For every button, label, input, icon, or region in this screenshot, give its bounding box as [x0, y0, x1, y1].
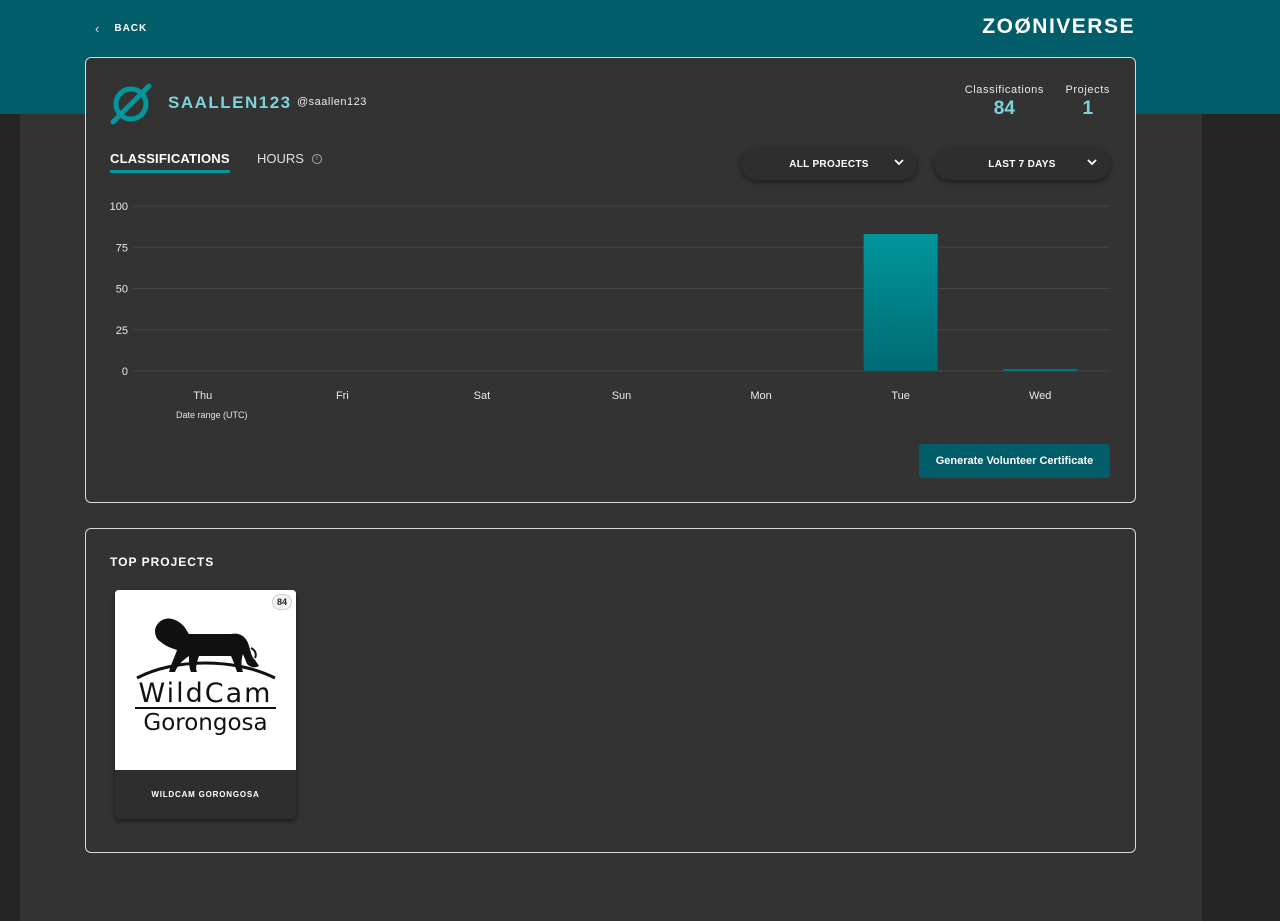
classifications-stat-label: Classifications	[964, 84, 1044, 96]
projects-stat: Projects 1	[1065, 84, 1110, 120]
date-range-select[interactable]: LAST 7 DAYS	[934, 148, 1110, 180]
y-tick-label: 25	[116, 325, 128, 337]
project-logo-line1: WildCam	[139, 678, 273, 709]
left-gutter	[0, 114, 20, 921]
project-logo-line2: Gorongosa	[143, 710, 267, 736]
tab-hours[interactable]: HOURS i	[257, 151, 322, 166]
tab-hours-label: HOURS	[257, 151, 304, 166]
right-gutter	[1202, 114, 1280, 921]
projects-stat-value: 1	[1082, 98, 1094, 119]
date-range-select-value: LAST 7 DAYS	[988, 158, 1056, 170]
top-projects-card: TOP PROJECTS WildCam Gorongosa 84 WILDCA…	[85, 528, 1136, 853]
top-projects-heading: TOP PROJECTS	[110, 555, 215, 569]
display-name: SAALLEN123	[168, 93, 292, 112]
y-tick-label: 50	[116, 284, 128, 296]
projects-stat-label: Projects	[1065, 84, 1110, 96]
x-tick-label: Wed	[1029, 390, 1051, 402]
project-select[interactable]: ALL PROJECTS	[741, 148, 917, 180]
x-tick-label: Thu	[193, 390, 212, 402]
y-tick-label: 75	[116, 242, 128, 254]
chevron-down-icon	[894, 159, 904, 166]
classifications-stat-value: 84	[993, 98, 1015, 119]
generate-certificate-button[interactable]: Generate Volunteer Certificate	[919, 444, 1110, 478]
back-label: BACK	[114, 22, 148, 34]
chevron-left-icon: ‹	[95, 20, 101, 36]
x-tick-label: Mon	[750, 390, 771, 402]
x-tick-label: Sun	[612, 390, 632, 402]
x-tick-label: Sat	[474, 390, 491, 402]
project-card-wildcam-gorongosa[interactable]: WildCam Gorongosa 84 WILDCAM GORONGOSA	[115, 590, 296, 819]
x-axis-label: Date range (UTC)	[176, 410, 248, 420]
stats-card: SAALLEN123 @saallen123 Classifications 8…	[85, 57, 1136, 503]
bar	[1003, 369, 1078, 371]
project-select-value: ALL PROJECTS	[789, 158, 869, 170]
x-tick-label: Fri	[336, 390, 349, 402]
avatar	[110, 83, 152, 125]
user-handle: @saallen123	[297, 96, 367, 108]
bar	[863, 234, 938, 371]
back-button[interactable]: ‹ BACK	[95, 20, 147, 36]
project-name: WILDCAM GORONGOSA	[151, 790, 260, 799]
project-logo: WildCam Gorongosa	[115, 590, 296, 770]
info-icon[interactable]: i	[311, 153, 322, 164]
classification-count-badge: 84	[271, 594, 292, 610]
chevron-down-icon	[1087, 159, 1097, 166]
y-tick-label: 100	[110, 201, 128, 213]
zooniverse-logo[interactable]: ZOØNIVERSE	[982, 15, 1135, 39]
x-tick-label: Tue	[891, 390, 910, 402]
y-tick-label: 0	[122, 366, 128, 378]
classifications-bar-chart: 0 25 50 75 100 Thu Fri Sat Sun Mon Tue Wed Date rang…	[110, 201, 1110, 420]
tab-classifications[interactable]: CLASSIFICATIONS	[110, 151, 230, 173]
classifications-stat: Classifications 84	[965, 84, 1044, 120]
